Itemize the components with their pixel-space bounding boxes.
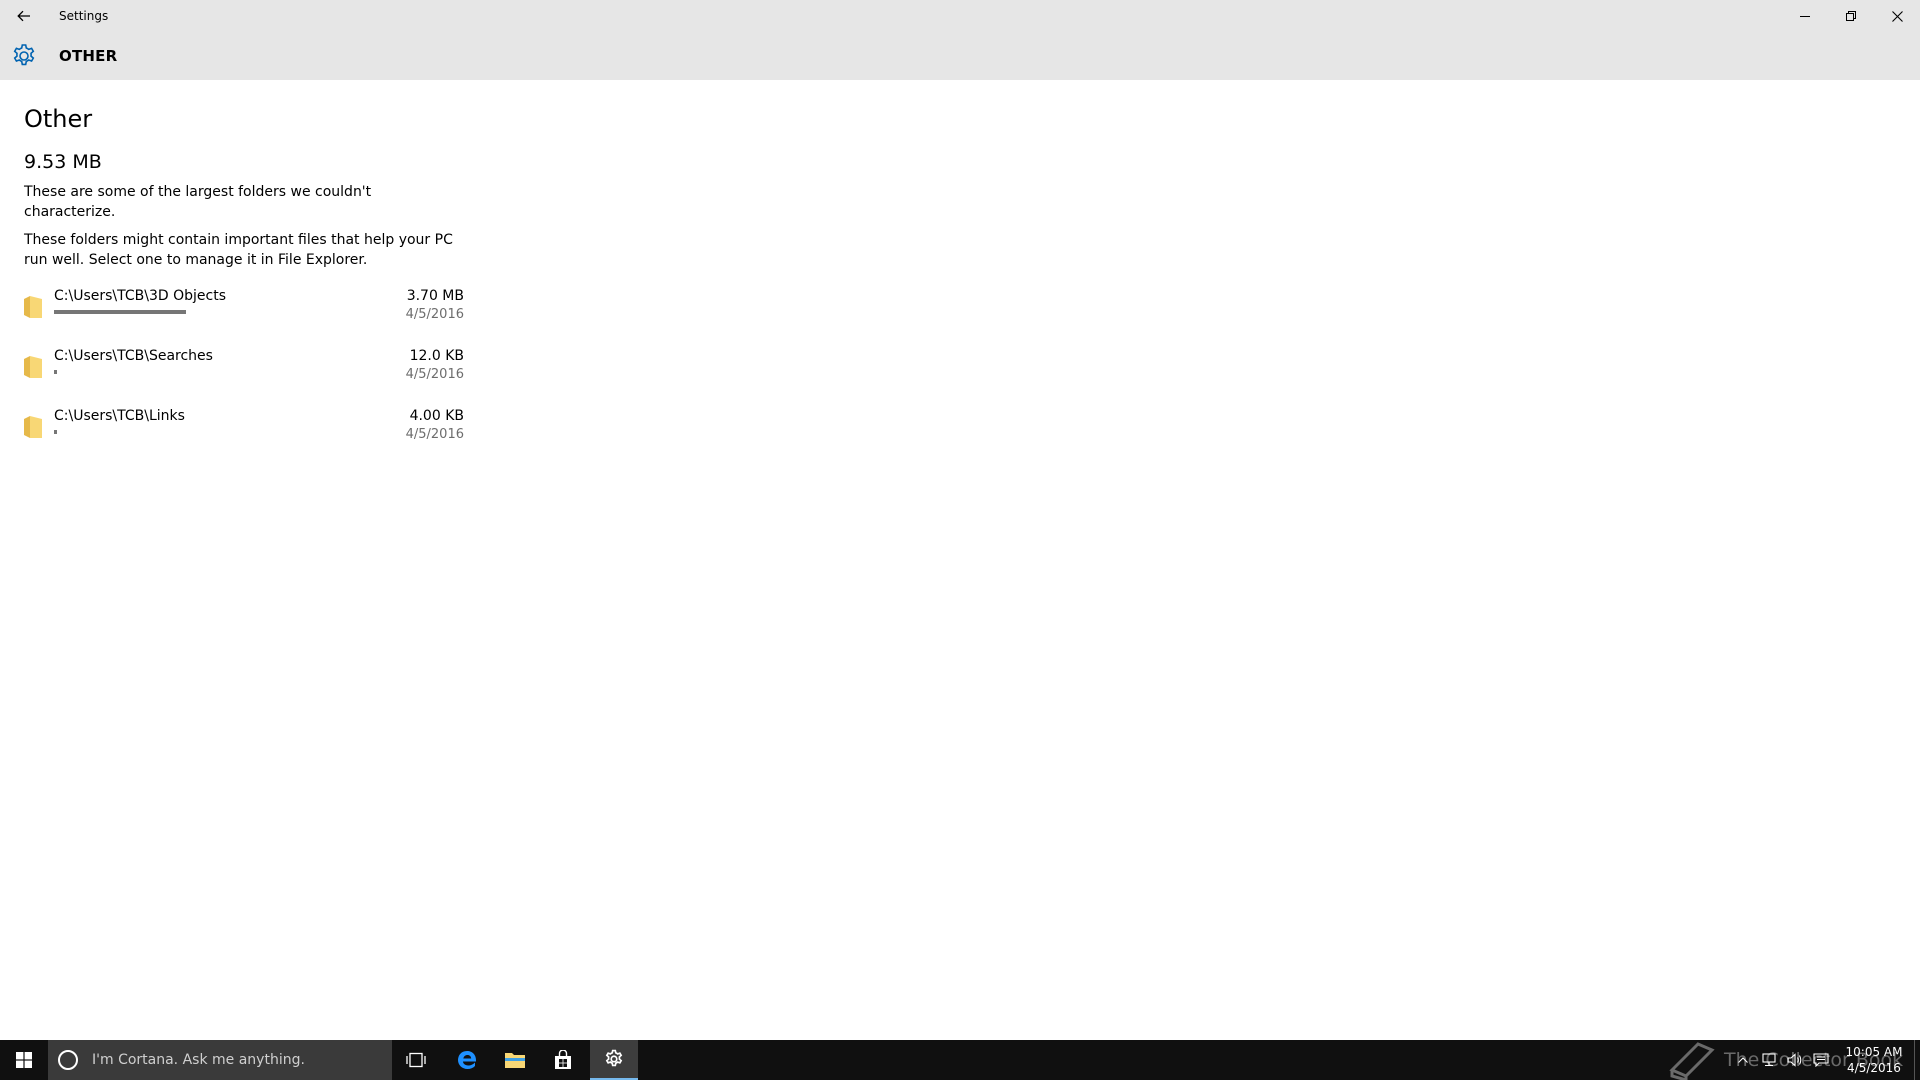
taskbar: I'm Cortana. Ask me anything. The Collec… — [0, 1040, 1920, 1080]
folder-path: C:\Users\TCB\Links — [54, 408, 185, 424]
main-content: Other 9.53 MB These are some of the larg… — [24, 80, 464, 460]
store-button[interactable] — [539, 1040, 587, 1080]
minimize-icon — [1800, 16, 1810, 17]
folder-list: C:\Users\TCB\3D Objects 3.70 MB 4/5/2016… — [24, 280, 464, 460]
action-center-button[interactable] — [1808, 1040, 1834, 1080]
search-placeholder: I'm Cortana. Ask me anything. — [92, 1052, 305, 1068]
restore-button[interactable] — [1828, 0, 1874, 32]
usage-bar — [54, 310, 324, 314]
clock-time: 10:05 AM — [1845, 1045, 1903, 1059]
folder-path: C:\Users\TCB\Searches — [54, 348, 213, 364]
settings-icon — [605, 1049, 623, 1067]
network-button[interactable] — [1756, 1040, 1782, 1080]
book-logo-icon — [1669, 1042, 1715, 1080]
title-bar: Settings — [0, 0, 1920, 32]
restore-icon — [1846, 11, 1856, 21]
cortana-search-box[interactable]: I'm Cortana. Ask me anything. — [48, 1040, 392, 1080]
folder-icon — [24, 416, 42, 438]
folder-size: 12.0 KB — [409, 348, 464, 364]
volume-icon — [1787, 1053, 1802, 1067]
gear-icon — [13, 44, 35, 66]
header-icon-wrap — [0, 32, 48, 80]
usage-bar-fill — [54, 310, 186, 314]
edge-button[interactable] — [443, 1040, 491, 1080]
volume-button[interactable] — [1782, 1040, 1808, 1080]
usage-bar-fill — [54, 430, 57, 434]
file-explorer-icon — [505, 1053, 525, 1068]
chevron-up-icon — [1738, 1057, 1748, 1063]
description-text: These are some of the largest folders we… — [24, 184, 372, 220]
cortana-icon — [58, 1050, 78, 1070]
windows-logo-icon — [16, 1052, 32, 1068]
header-title: OTHER — [59, 47, 118, 65]
folder-date: 4/5/2016 — [405, 307, 464, 322]
edge-icon — [458, 1051, 477, 1069]
folder-date: 4/5/2016 — [405, 427, 464, 442]
taskbar-clock[interactable]: 10:05 AM 4/5/2016 — [1834, 1040, 1914, 1080]
folder-size: 3.70 MB — [406, 288, 464, 304]
show-desktop-button[interactable] — [1914, 1040, 1920, 1080]
usage-bar — [54, 370, 324, 374]
task-view-icon — [406, 1052, 426, 1068]
window-title: Settings — [59, 9, 109, 23]
clock-date: 4/5/2016 — [1847, 1061, 1901, 1075]
folder-icon — [24, 356, 42, 378]
folder-path: C:\Users\TCB\3D Objects — [54, 288, 226, 304]
settings-taskbar-button[interactable] — [590, 1040, 638, 1080]
page-title: Other — [24, 105, 93, 133]
description-text-2: These folders might contain important fi… — [24, 232, 453, 268]
folder-item[interactable]: C:\Users\TCB\3D Objects 3.70 MB 4/5/2016 — [24, 280, 464, 340]
start-button[interactable] — [0, 1040, 48, 1080]
close-button[interactable] — [1874, 0, 1920, 32]
folder-item[interactable]: C:\Users\TCB\Searches 12.0 KB 4/5/2016 — [24, 340, 464, 400]
file-explorer-button[interactable] — [491, 1040, 539, 1080]
notification-icon — [1813, 1053, 1829, 1067]
system-tray: 10:05 AM 4/5/2016 — [1730, 1040, 1920, 1080]
network-icon — [1762, 1053, 1776, 1067]
task-view-button[interactable] — [392, 1040, 440, 1080]
back-button[interactable] — [0, 0, 48, 32]
folder-item[interactable]: C:\Users\TCB\Links 4.00 KB 4/5/2016 — [24, 400, 464, 460]
show-hidden-icons-button[interactable] — [1730, 1040, 1756, 1080]
close-icon — [1891, 10, 1903, 22]
back-arrow-icon — [17, 10, 30, 22]
page-header: OTHER — [0, 32, 1920, 80]
minimize-button[interactable] — [1782, 0, 1828, 32]
usage-bar — [54, 430, 324, 434]
folder-icon — [24, 296, 42, 318]
store-icon — [555, 1050, 571, 1069]
folder-date: 4/5/2016 — [405, 367, 464, 382]
total-size: 9.53 MB — [24, 151, 102, 173]
folder-size: 4.00 KB — [409, 408, 464, 424]
usage-bar-fill — [54, 370, 57, 374]
